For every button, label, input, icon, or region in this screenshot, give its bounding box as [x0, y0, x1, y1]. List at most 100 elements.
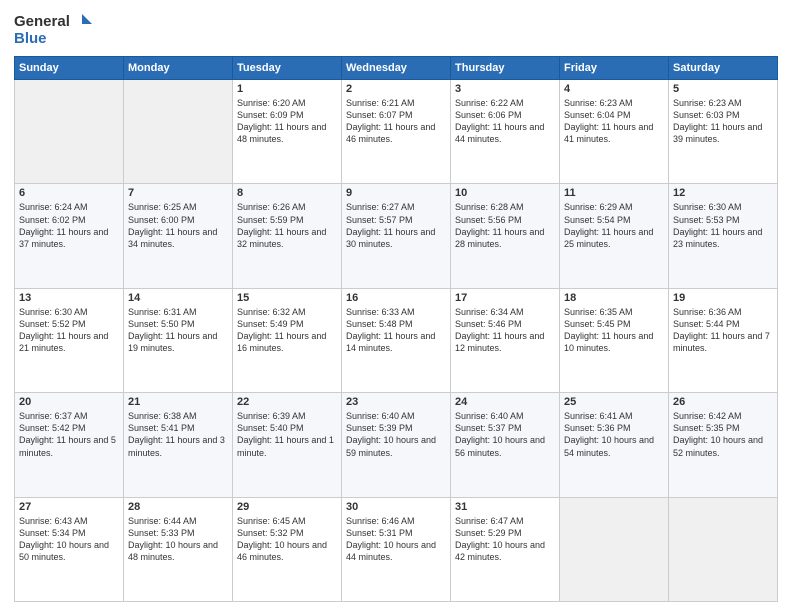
calendar-cell: 17 Sunrise: 6:34 AMSunset: 5:46 PMDayligh… [451, 288, 560, 392]
page: GeneralBlue SundayMondayTuesdayWednesday… [0, 0, 792, 612]
day-number: 30 [346, 501, 446, 513]
cell-info: Sunrise: 6:41 AMSunset: 5:36 PMDaylight:… [564, 410, 664, 459]
cell-info: Sunrise: 6:36 AMSunset: 5:44 PMDaylight:… [673, 306, 773, 355]
day-number: 12 [673, 187, 773, 199]
calendar-cell: 9Sunrise: 6:27 AMSunset: 5:57 PMDaylight… [342, 184, 451, 288]
weekday-header-monday: Monday [124, 57, 233, 80]
day-number: 6 [19, 187, 119, 199]
calendar-table: SundayMondayTuesdayWednesdayThursdayFrid… [14, 56, 778, 602]
calendar-cell: 19 Sunrise: 6:36 AMSunset: 5:44 PMDayligh… [669, 288, 778, 392]
calendar-cell: 12Sunrise: 6:30 AMSunset: 5:53 PMDayligh… [669, 184, 778, 288]
day-number: 26 [673, 396, 773, 408]
calendar-cell: 14Sunrise: 6:31 AMSunset: 5:50 PMDayligh… [124, 288, 233, 392]
cell-info: Sunrise: 6:23 AMSunset: 6:04 PMDaylight:… [564, 97, 664, 146]
calendar-cell: 21 Sunrise: 6:38 AMSunset: 5:41 PMDayligh… [124, 393, 233, 497]
calendar-cell: 27 Sunrise: 6:43 AMSunset: 5:34 PMDayligh… [15, 497, 124, 601]
day-number: 2 [346, 83, 446, 95]
day-number: 9 [346, 187, 446, 199]
calendar-cell: 20 Sunrise: 6:37 AMSunset: 5:42 PMDayligh… [15, 393, 124, 497]
logo-svg: GeneralBlue [14, 10, 94, 50]
day-number: 11 [564, 187, 664, 199]
calendar-cell [15, 80, 124, 184]
svg-text:Blue: Blue [14, 30, 47, 47]
day-number: 13 [19, 292, 119, 304]
cell-info: Sunrise: 6:40 AMSunset: 5:39 PMDaylight:… [346, 410, 446, 459]
day-number: 3 [455, 83, 555, 95]
day-number: 29 [237, 501, 337, 513]
calendar-cell: 30 Sunrise: 6:46 AMSunset: 5:31 PMDayligh… [342, 497, 451, 601]
day-number: 8 [237, 187, 337, 199]
day-number: 21 [128, 396, 228, 408]
day-number: 22 [237, 396, 337, 408]
day-number: 25 [564, 396, 664, 408]
cell-info: Sunrise: 6:42 AMSunset: 5:35 PMDaylight:… [673, 410, 773, 459]
calendar-cell [669, 497, 778, 601]
logo: GeneralBlue [14, 10, 94, 50]
calendar-cell [560, 497, 669, 601]
cell-info: Sunrise: 6:29 AMSunset: 5:54 PMDaylight:… [564, 201, 664, 250]
calendar-cell: 10 Sunrise: 6:28 AMSunset: 5:56 PMDayligh… [451, 184, 560, 288]
day-number: 19 [673, 292, 773, 304]
calendar-cell: 8Sunrise: 6:26 AMSunset: 5:59 PMDaylight… [233, 184, 342, 288]
week-row-4: 27 Sunrise: 6:43 AMSunset: 5:34 PMDayligh… [15, 497, 778, 601]
cell-info: Sunrise: 6:20 AMSunset: 6:09 PMDaylight:… [237, 97, 337, 146]
cell-info: Sunrise: 6:40 AMSunset: 5:37 PMDaylight:… [455, 410, 555, 459]
day-number: 18 [564, 292, 664, 304]
calendar-cell: 1 Sunrise: 6:20 AMSunset: 6:09 PMDaylight… [233, 80, 342, 184]
cell-info: Sunrise: 6:34 AMSunset: 5:46 PMDaylight:… [455, 306, 555, 355]
calendar-cell: 22 Sunrise: 6:39 AMSunset: 5:40 PMDayligh… [233, 393, 342, 497]
calendar-cell: 18 Sunrise: 6:35 AMSunset: 5:45 PMDayligh… [560, 288, 669, 392]
cell-info: Sunrise: 6:46 AMSunset: 5:31 PMDaylight:… [346, 515, 446, 564]
cell-info: Sunrise: 6:44 AMSunset: 5:33 PMDaylight:… [128, 515, 228, 564]
cell-info: Sunrise: 6:43 AMSunset: 5:34 PMDaylight:… [19, 515, 119, 564]
cell-info: Sunrise: 6:25 AMSunset: 6:00 PMDaylight:… [128, 201, 228, 250]
weekday-header-wednesday: Wednesday [342, 57, 451, 80]
day-number: 24 [455, 396, 555, 408]
week-row-0: 1 Sunrise: 6:20 AMSunset: 6:09 PMDaylight… [15, 80, 778, 184]
cell-info: Sunrise: 6:24 AMSunset: 6:02 PMDaylight:… [19, 201, 119, 250]
weekday-header-saturday: Saturday [669, 57, 778, 80]
weekday-header-thursday: Thursday [451, 57, 560, 80]
cell-info: Sunrise: 6:38 AMSunset: 5:41 PMDaylight:… [128, 410, 228, 459]
day-number: 15 [237, 292, 337, 304]
day-number: 23 [346, 396, 446, 408]
day-number: 31 [455, 501, 555, 513]
calendar-cell: 2 Sunrise: 6:21 AMSunset: 6:07 PMDaylight… [342, 80, 451, 184]
cell-info: Sunrise: 6:31 AMSunset: 5:50 PMDaylight:… [128, 306, 228, 355]
day-number: 7 [128, 187, 228, 199]
calendar-cell: 7 Sunrise: 6:25 AMSunset: 6:00 PMDaylight… [124, 184, 233, 288]
cell-info: Sunrise: 6:32 AMSunset: 5:49 PMDaylight:… [237, 306, 337, 355]
cell-info: Sunrise: 6:37 AMSunset: 5:42 PMDaylight:… [19, 410, 119, 459]
calendar-cell: 26 Sunrise: 6:42 AMSunset: 5:35 PMDayligh… [669, 393, 778, 497]
weekday-header-sunday: Sunday [15, 57, 124, 80]
cell-info: Sunrise: 6:21 AMSunset: 6:07 PMDaylight:… [346, 97, 446, 146]
calendar-cell: 24 Sunrise: 6:40 AMSunset: 5:37 PMDayligh… [451, 393, 560, 497]
cell-info: Sunrise: 6:35 AMSunset: 5:45 PMDaylight:… [564, 306, 664, 355]
calendar-cell: 31Sunrise: 6:47 AMSunset: 5:29 PMDayligh… [451, 497, 560, 601]
weekday-header-tuesday: Tuesday [233, 57, 342, 80]
header: GeneralBlue [14, 10, 778, 50]
day-number: 5 [673, 83, 773, 95]
calendar-cell [124, 80, 233, 184]
calendar-cell: 29 Sunrise: 6:45 AMSunset: 5:32 PMDayligh… [233, 497, 342, 601]
calendar-cell: 23 Sunrise: 6:40 AMSunset: 5:39 PMDayligh… [342, 393, 451, 497]
week-row-2: 13 Sunrise: 6:30 AMSunset: 5:52 PMDayligh… [15, 288, 778, 392]
svg-text:General: General [14, 13, 70, 30]
day-number: 27 [19, 501, 119, 513]
cell-info: Sunrise: 6:23 AMSunset: 6:03 PMDaylight:… [673, 97, 773, 146]
week-row-3: 20 Sunrise: 6:37 AMSunset: 5:42 PMDayligh… [15, 393, 778, 497]
cell-info: Sunrise: 6:33 AMSunset: 5:48 PMDaylight:… [346, 306, 446, 355]
cell-info: Sunrise: 6:22 AMSunset: 6:06 PMDaylight:… [455, 97, 555, 146]
weekday-header-friday: Friday [560, 57, 669, 80]
cell-info: Sunrise: 6:30 AMSunset: 5:52 PMDaylight:… [19, 306, 119, 355]
day-number: 1 [237, 83, 337, 95]
cell-info: Sunrise: 6:39 AMSunset: 5:40 PMDaylight:… [237, 410, 337, 459]
day-number: 4 [564, 83, 664, 95]
day-number: 17 [455, 292, 555, 304]
cell-info: Sunrise: 6:45 AMSunset: 5:32 PMDaylight:… [237, 515, 337, 564]
calendar-cell: 25 Sunrise: 6:41 AMSunset: 5:36 PMDayligh… [560, 393, 669, 497]
weekday-header-row: SundayMondayTuesdayWednesdayThursdayFrid… [15, 57, 778, 80]
day-number: 10 [455, 187, 555, 199]
cell-info: Sunrise: 6:28 AMSunset: 5:56 PMDaylight:… [455, 201, 555, 250]
day-number: 20 [19, 396, 119, 408]
